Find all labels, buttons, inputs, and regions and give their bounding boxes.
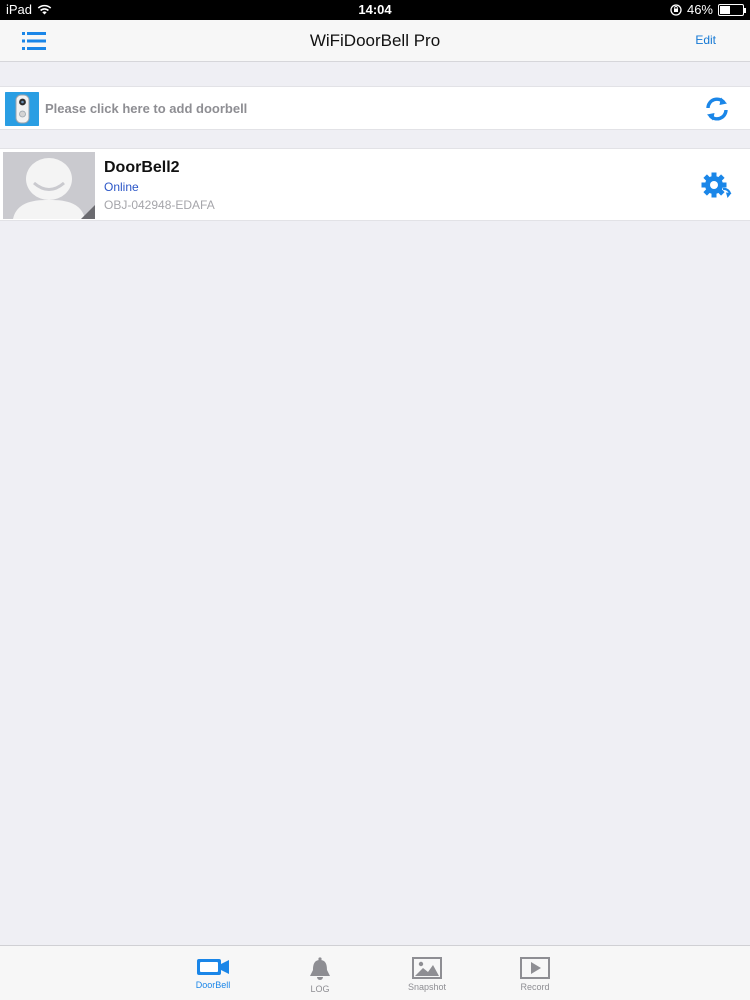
battery-icon: [718, 3, 746, 16]
settings-icon[interactable]: [700, 171, 732, 201]
tab-doorbell[interactable]: DoorBell: [178, 946, 248, 1000]
device-status: Online: [104, 180, 139, 194]
doorbell-device-icon: [5, 92, 39, 126]
status-right: 46%: [670, 2, 746, 17]
play-icon: [520, 957, 550, 979]
tab-label: DoorBell: [195, 980, 231, 990]
tab-record[interactable]: Record: [500, 946, 570, 1000]
nav-bar: WiFiDoorBell Pro Edit: [0, 20, 750, 62]
status-bar: iPad 14:04 46%: [0, 0, 750, 20]
battery-percent: 46%: [686, 2, 713, 17]
device-id: OBJ-042948-EDAFA: [104, 198, 215, 212]
tab-label: Record: [520, 982, 550, 992]
battery-fill: [720, 5, 731, 14]
status-time: 14:04: [358, 2, 392, 17]
tab-label: LOG: [310, 984, 330, 994]
bell-icon: [310, 957, 330, 980]
add-doorbell-row[interactable]: Please click here to add doorbell: [0, 86, 750, 130]
refresh-icon[interactable]: [702, 94, 732, 124]
tab-snapshot[interactable]: Snapshot: [392, 946, 462, 1000]
tab-label: Snapshot: [407, 982, 447, 992]
image-icon: [412, 957, 442, 979]
add-doorbell-label: Please click here to add doorbell: [45, 101, 248, 116]
tab-bar: DoorBell LOG Snapshot Record: [0, 945, 750, 1000]
camera-icon: [197, 959, 229, 975]
edit-button[interactable]: Edit: [695, 33, 716, 47]
device-row[interactable]: DoorBell2 Online OBJ-042948-EDAFA: [0, 148, 750, 221]
page-title: WiFiDoorBell Pro: [309, 31, 441, 50]
tab-log[interactable]: LOG: [285, 946, 355, 1000]
app-screen: iPad 14:04 46% WiFiDoorBell Pro Edit Ple…: [0, 0, 750, 1000]
orientation-lock-icon: [670, 3, 682, 16]
device-thumbnail: [3, 152, 95, 219]
device-name: DoorBell2: [104, 159, 180, 176]
